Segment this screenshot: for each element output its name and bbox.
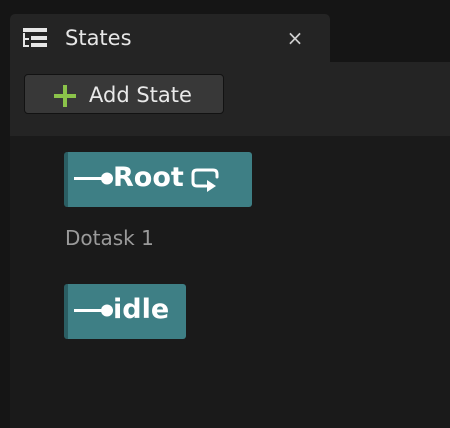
state-node-root[interactable]: Root: [64, 152, 252, 207]
state-label-idle: idle: [113, 294, 170, 325]
tree-list-icon: [21, 24, 49, 52]
state-label-root: Root: [113, 162, 184, 193]
entry-arrow-icon: [74, 171, 116, 187]
add-state-label: Add State: [89, 83, 192, 107]
close-icon[interactable]: ×: [284, 27, 306, 49]
plus-icon: [54, 85, 76, 107]
tab-bar: States ×: [0, 0, 450, 62]
tab-states[interactable]: States ×: [10, 14, 330, 62]
tab-title: States: [65, 26, 132, 50]
states-panel: States × Add State Root Dotask 1 idle: [0, 0, 450, 428]
add-state-button[interactable]: Add State: [24, 74, 224, 114]
toolbar: Add State: [10, 62, 450, 136]
loop-icon: [189, 165, 223, 193]
state-node-idle[interactable]: idle: [64, 284, 186, 339]
task-item[interactable]: Dotask 1: [65, 225, 154, 251]
entry-arrow-icon: [74, 303, 116, 319]
state-tree: Root Dotask 1 idle: [10, 136, 450, 428]
